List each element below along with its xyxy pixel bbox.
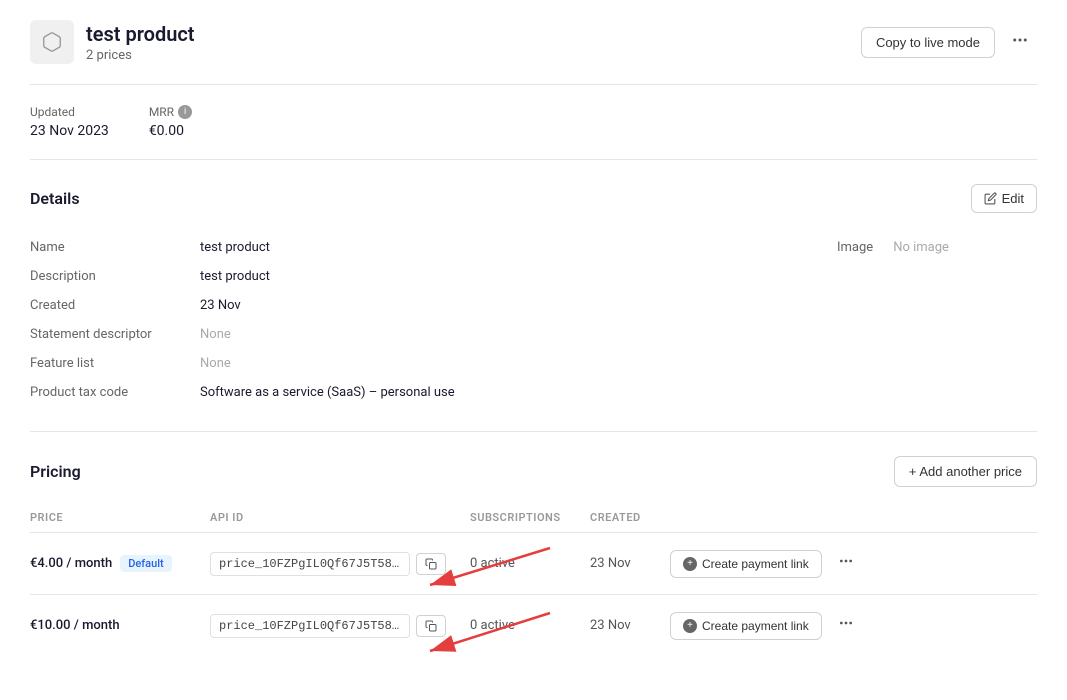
pricing-header: Pricing + Add another price xyxy=(30,456,1037,487)
detail-row-name: Name test product xyxy=(30,233,777,262)
detail-row-statement: Statement descriptor None xyxy=(30,320,777,349)
created-cell-1: 23 Nov xyxy=(590,533,670,595)
mrr-stat: MRR i €0.00 xyxy=(149,105,192,139)
api-id-cell-1 xyxy=(210,533,470,595)
pricing-title: Pricing xyxy=(30,462,81,481)
col-header-api: API ID xyxy=(210,503,470,533)
name-value: test product xyxy=(200,233,777,262)
product-title: test product xyxy=(86,22,195,46)
price-amount-1: €4.00 / month xyxy=(30,556,112,571)
detail-row-created: Created 23 Nov xyxy=(30,291,777,320)
feature-value: None xyxy=(200,349,777,378)
image-label: Image xyxy=(837,240,873,255)
stats-row: Updated 23 Nov 2023 MRR i €0.00 xyxy=(30,85,1037,160)
default-badge: Default xyxy=(120,555,171,572)
add-price-button[interactable]: + Add another price xyxy=(894,456,1037,487)
price-amount-2: €10.00 / month xyxy=(30,618,120,633)
product-subtitle: 2 prices xyxy=(86,48,195,63)
statement-value: None xyxy=(200,320,777,349)
plus-circle-icon-2: + xyxy=(683,619,697,633)
copy-to-live-button[interactable]: Copy to live mode xyxy=(861,27,995,58)
api-id-input-1[interactable] xyxy=(210,552,410,576)
detail-row-description: Description test product xyxy=(30,262,777,291)
mrr-label: MRR i xyxy=(149,105,192,119)
image-section: Image No image xyxy=(837,233,1037,407)
mrr-value: €0.00 xyxy=(149,123,192,139)
name-label: Name xyxy=(30,233,200,262)
created-label: Created xyxy=(30,291,200,320)
feature-label: Feature list xyxy=(30,349,200,378)
tax-label: Product tax code xyxy=(30,378,200,407)
product-info: test product 2 prices xyxy=(86,22,195,63)
image-value: No image xyxy=(893,240,949,255)
description-value: test product xyxy=(200,262,777,291)
detail-row-tax: Product tax code Software as a service (… xyxy=(30,378,777,407)
subscriptions-cell-1: 0 active xyxy=(470,533,590,595)
description-label: Description xyxy=(30,262,200,291)
details-section: Details Edit Name test product xyxy=(30,160,1037,432)
subscriptions-cell-2: 0 active xyxy=(470,595,590,657)
plus-circle-icon-1: + xyxy=(683,557,697,571)
actions-cell-2: + Create payment link xyxy=(670,595,1037,657)
updated-label: Updated xyxy=(30,105,109,119)
statement-label: Statement descriptor xyxy=(30,320,200,349)
api-id-cell-2 xyxy=(210,595,470,657)
price-cell-1: €4.00 / month Default xyxy=(30,533,210,595)
mrr-info-icon[interactable]: i xyxy=(178,105,192,119)
pricing-table: PRICE API ID SUBSCRIPTIONS CREATED €4.00… xyxy=(30,503,1037,656)
api-id-input-2[interactable] xyxy=(210,614,410,638)
table-row: €10.00 / month xyxy=(30,595,1037,657)
product-header-left: test product 2 prices xyxy=(30,20,195,64)
create-payment-link-button-1[interactable]: + Create payment link xyxy=(670,550,822,578)
price-cell-2: €10.00 / month xyxy=(30,595,210,657)
edit-button[interactable]: Edit xyxy=(971,184,1037,213)
col-header-subscriptions: SUBSCRIPTIONS xyxy=(470,503,590,533)
header-actions: Copy to live mode xyxy=(861,25,1037,60)
col-header-created: CREATED xyxy=(590,503,670,533)
updated-stat: Updated 23 Nov 2023 xyxy=(30,105,109,139)
tax-value: Software as a service (SaaS) – personal … xyxy=(200,378,777,407)
created-cell-2: 23 Nov xyxy=(590,595,670,657)
pricing-table-wrapper: PRICE API ID SUBSCRIPTIONS CREATED €4.00… xyxy=(30,503,1037,656)
updated-value: 23 Nov 2023 xyxy=(30,123,109,139)
copy-api-id-button-1[interactable] xyxy=(416,553,446,575)
created-value: 23 Nov xyxy=(200,291,777,320)
pricing-section: Pricing + Add another price PRICE API ID… xyxy=(30,432,1037,680)
details-title: Details xyxy=(30,189,80,208)
create-payment-link-button-2[interactable]: + Create payment link xyxy=(670,612,822,640)
details-table: Name test product Description test produ… xyxy=(30,233,777,407)
col-header-actions xyxy=(670,503,1037,533)
row-more-button-2[interactable] xyxy=(830,609,862,642)
table-header-row: PRICE API ID SUBSCRIPTIONS CREATED xyxy=(30,503,1037,533)
detail-row-feature: Feature list None xyxy=(30,349,777,378)
more-menu-button[interactable] xyxy=(1003,25,1037,60)
product-header: test product 2 prices Copy to live mode xyxy=(30,20,1037,85)
copy-api-id-button-2[interactable] xyxy=(416,615,446,637)
product-icon xyxy=(30,20,74,64)
details-section-header: Details Edit xyxy=(30,184,1037,213)
col-header-price: PRICE xyxy=(30,503,210,533)
row-more-button-1[interactable] xyxy=(830,547,862,580)
table-row: €4.00 / month Default xyxy=(30,533,1037,595)
actions-cell-1: + Create payment link xyxy=(670,533,1037,595)
